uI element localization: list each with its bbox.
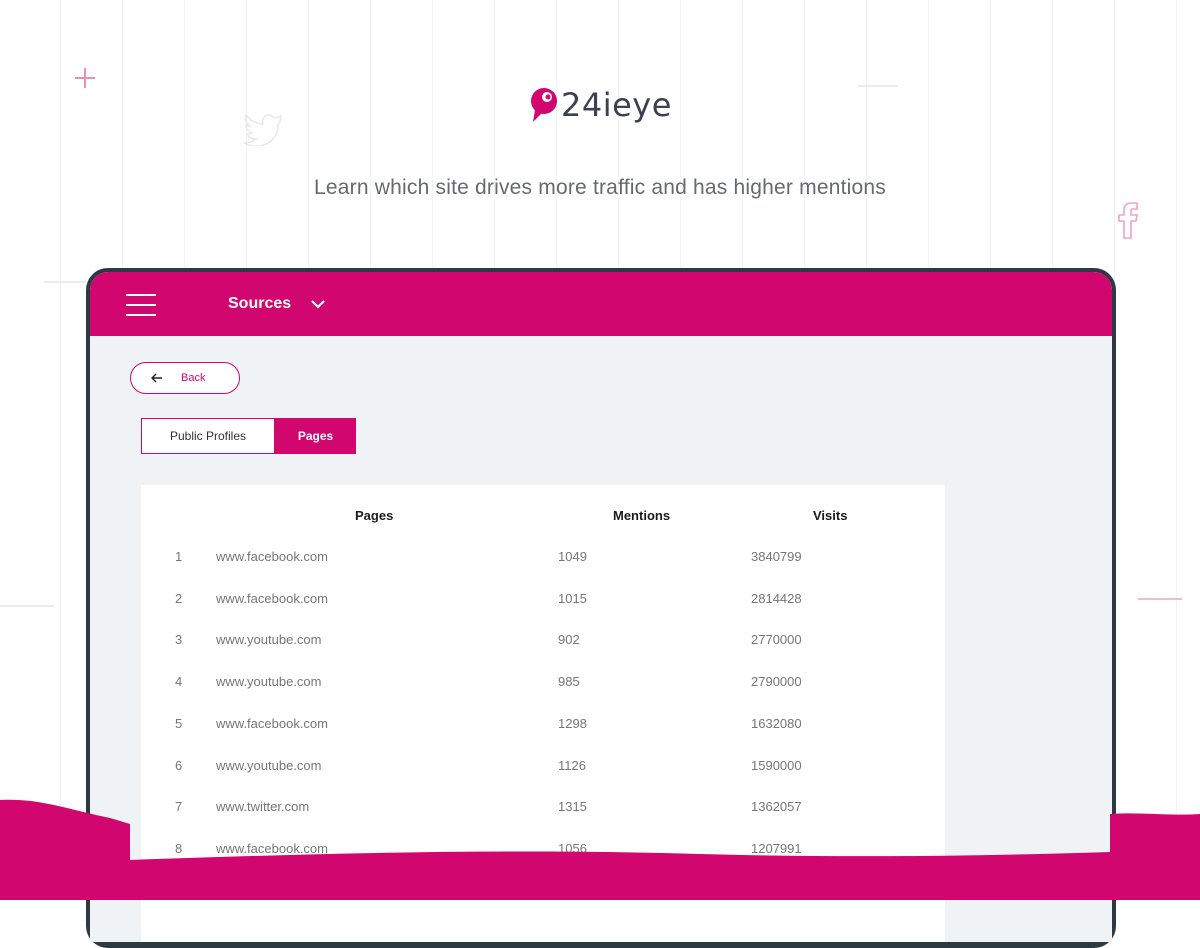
row-number: 4 [175, 674, 183, 689]
table-row[interactable]: 6 www.youtube.com 1126 1590000 [141, 758, 945, 778]
app-bar: Sources [90, 272, 1112, 336]
page-url: www.youtube.com [216, 674, 322, 689]
row-number: 2 [175, 591, 183, 606]
visits-value: 2790000 [751, 674, 802, 689]
sources-dropdown-label[interactable]: Sources [228, 295, 291, 313]
row-number: 1 [175, 549, 183, 564]
arrow-left-icon [151, 373, 162, 383]
visits-value: 2770000 [751, 632, 802, 647]
logo-pin-icon [531, 88, 557, 122]
tagline: Learn which site drives more traffic and… [314, 176, 886, 199]
column-header-mentions[interactable]: Mentions [613, 508, 670, 523]
tab-pages[interactable]: Pages [275, 418, 356, 454]
brand-name: 24ieye [561, 86, 672, 124]
back-label: Back [181, 372, 206, 384]
tab-public-profiles[interactable]: Public Profiles [141, 418, 275, 454]
column-header-pages[interactable]: Pages [355, 508, 393, 523]
visits-value: 3840799 [751, 549, 802, 564]
table-row[interactable]: 2 www.facebook.com 1015 2814428 [141, 591, 945, 611]
visits-value: 2814428 [751, 591, 802, 606]
chevron-down-icon[interactable] [310, 298, 326, 310]
page-url: www.facebook.com [216, 716, 328, 731]
mentions-value: 1015 [558, 591, 587, 606]
page-url: www.facebook.com [216, 591, 328, 606]
plus-icon [75, 68, 95, 88]
row-number: 5 [175, 716, 183, 731]
twitter-bird-icon [243, 113, 282, 146]
visits-value: 1632080 [751, 716, 802, 731]
mentions-value: 985 [558, 674, 580, 689]
decorative-wave [0, 799, 1200, 900]
page-url: www.facebook.com [216, 549, 328, 564]
table-row[interactable]: 3 www.youtube.com 902 2770000 [141, 632, 945, 652]
table-row[interactable]: 1 www.facebook.com 1049 3840799 [141, 549, 945, 569]
row-number: 6 [175, 758, 183, 773]
mentions-value: 1298 [558, 716, 587, 731]
mentions-value: 1126 [558, 758, 586, 773]
facebook-icon [1118, 202, 1138, 239]
table-row[interactable]: 4 www.youtube.com 985 2790000 [141, 674, 945, 694]
back-button[interactable]: Back [130, 362, 240, 394]
table-row[interactable]: 5 www.facebook.com 1298 1632080 [141, 716, 945, 736]
page-url: www.youtube.com [216, 632, 322, 647]
column-header-visits[interactable]: Visits [813, 508, 847, 523]
dash-decoration [0, 605, 54, 607]
dash-decoration [858, 85, 898, 87]
mentions-value: 1049 [558, 549, 587, 564]
dash-decoration [1138, 598, 1182, 600]
page-url: www.youtube.com [216, 758, 322, 773]
brand-logo: 24ieye [529, 86, 672, 124]
mentions-value: 902 [558, 632, 580, 647]
dash-decoration [44, 281, 86, 283]
view-tabs: Public Profiles Pages [141, 418, 356, 454]
menu-icon[interactable] [126, 294, 156, 316]
visits-value: 1590000 [751, 758, 802, 773]
row-number: 3 [175, 632, 183, 647]
